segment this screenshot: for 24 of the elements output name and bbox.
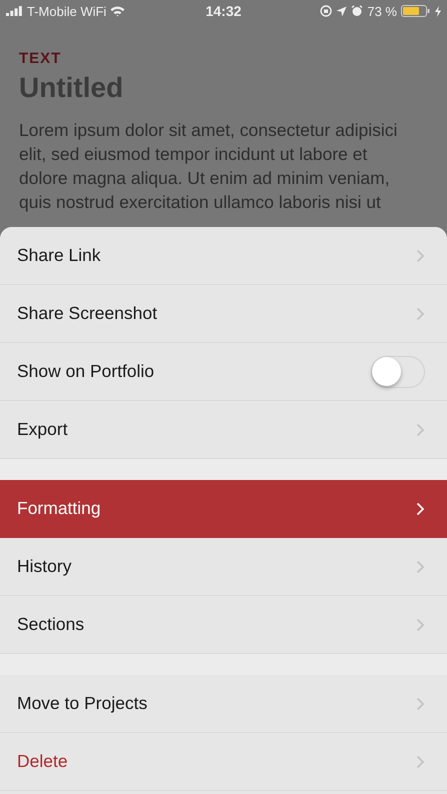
chevron-icon bbox=[416, 618, 425, 632]
chevron-icon bbox=[416, 422, 425, 436]
carrier-name: T-Mobile WiFi bbox=[27, 4, 106, 18]
chevron-icon bbox=[416, 754, 425, 768]
chevron-icon bbox=[416, 560, 425, 574]
toggle-switch[interactable] bbox=[371, 356, 425, 388]
body-text: Lorem ipsum dolor sit amet, consectetur adipisici elit, sed eiusmod tempor incidunt ut labore et dolore magna aliqua. Ut enim ad minim veniam, quis nostrud exercitation ullamco laboris nisi ut bbox=[19, 119, 398, 214]
section-label: TEXT bbox=[19, 50, 62, 67]
signal-icon bbox=[6, 6, 23, 16]
chevron-icon bbox=[416, 696, 425, 710]
wifi-icon bbox=[110, 6, 126, 16]
clock-time: 14:32 bbox=[206, 3, 242, 19]
battery-percent: 73 % bbox=[367, 4, 397, 18]
charging-icon bbox=[435, 6, 441, 16]
alarm-icon bbox=[351, 5, 364, 17]
menu-item[interactable]: Share Link bbox=[0, 227, 447, 285]
battery-icon bbox=[401, 5, 431, 17]
rotation-lock-icon bbox=[320, 5, 332, 17]
document-title: Untitled bbox=[19, 72, 124, 104]
chevron-icon bbox=[416, 306, 425, 320]
menu-item[interactable]: Formatting bbox=[0, 480, 447, 538]
chevron-icon bbox=[416, 502, 425, 516]
chevron-icon bbox=[416, 248, 425, 262]
location-icon bbox=[336, 6, 348, 16]
